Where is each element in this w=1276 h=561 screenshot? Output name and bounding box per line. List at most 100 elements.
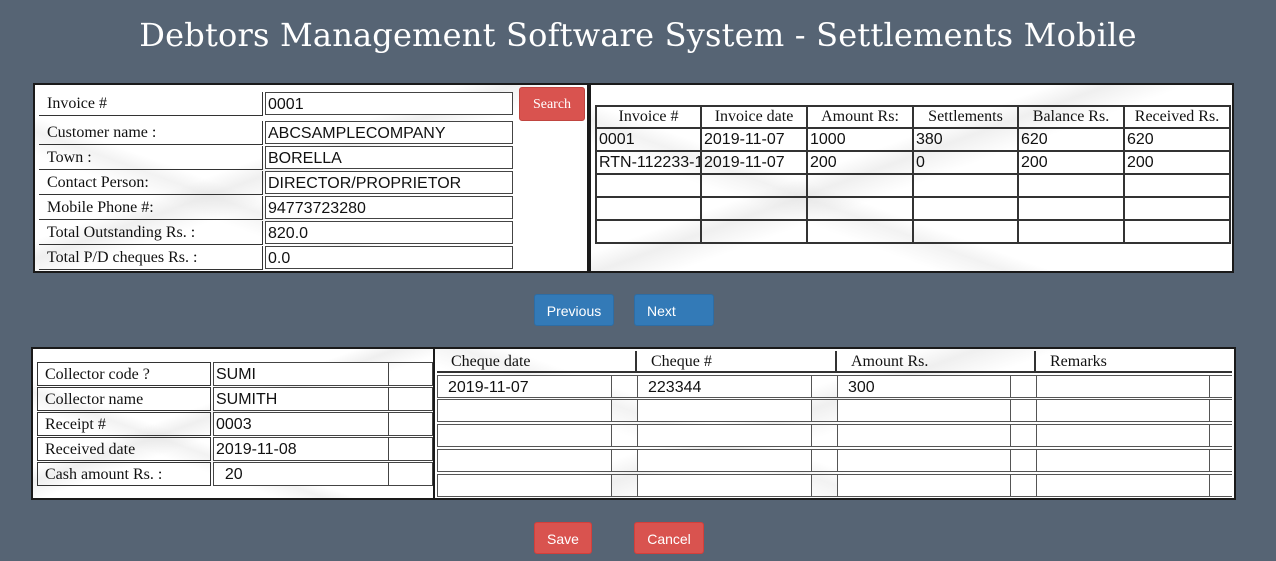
invoice-cell[interactable] (595, 196, 702, 221)
table-row[interactable]: RTN-112233-1 2019-11-07 200 0 200 200 (595, 150, 1231, 175)
cell-spacer (612, 399, 637, 422)
invoice-cell[interactable] (595, 173, 702, 198)
customer-name-field[interactable]: ABCSAMPLECOMPANY (265, 121, 513, 144)
invoice-number-input[interactable]: 0001 (265, 92, 513, 115)
remarks-input[interactable] (1036, 474, 1210, 497)
remarks-col-header: Remarks (1036, 351, 1232, 373)
collector-name-extra (389, 387, 433, 411)
cheque-amount-input[interactable] (837, 399, 1011, 422)
cheque-amount-input[interactable] (837, 474, 1011, 497)
settlements-cell[interactable] (912, 219, 1019, 244)
received-cell[interactable]: 200 (1123, 150, 1231, 175)
balance-cell[interactable] (1017, 173, 1125, 198)
receipt-label: Receipt # (37, 412, 211, 436)
cheque-date-input[interactable]: 2019-11-07 (437, 375, 612, 398)
cheque-number-input[interactable] (637, 424, 812, 447)
total-outstanding-field[interactable]: 820.0 (265, 221, 513, 244)
amount-cell[interactable] (806, 196, 914, 221)
cell-spacer (1011, 375, 1036, 398)
cash-amount-input[interactable]: 20 (213, 462, 389, 486)
contact-person-field[interactable]: DIRECTOR/PROPRIETOR (265, 171, 513, 194)
invoice-cell[interactable]: RTN-112233-1 (595, 150, 702, 175)
cash-amount-label: Cash amount Rs. : (37, 462, 211, 486)
amount-cell[interactable]: 1000 (806, 127, 914, 152)
balance-cell[interactable] (1017, 196, 1125, 221)
cheque-date-input[interactable] (437, 399, 612, 422)
amount-cell[interactable]: 200 (806, 150, 914, 175)
cheque-amount-col-header: Amount Rs. (837, 351, 1036, 373)
cell-spacer (1210, 424, 1232, 447)
receipt-extra (389, 412, 433, 436)
cheque-number-input[interactable] (637, 399, 812, 422)
cell-spacer (612, 449, 637, 472)
cheque-panel: Cheque date Cheque # Amount Rs. Remarks … (433, 347, 1236, 500)
mobile-phone-field[interactable]: 94773723280 (265, 196, 513, 219)
invoice-cell[interactable] (595, 219, 702, 244)
cheque-amount-input[interactable] (837, 449, 1011, 472)
balance-cell[interactable]: 620 (1017, 127, 1125, 152)
collector-panel: Collector code ? SUMI Collector name SUM… (31, 347, 435, 500)
received-cell[interactable] (1123, 219, 1231, 244)
cell-spacer (1210, 375, 1232, 398)
remarks-input[interactable] (1036, 399, 1210, 422)
town-field[interactable]: BORELLA (265, 146, 513, 169)
remarks-input[interactable] (1036, 424, 1210, 447)
cell-spacer (812, 474, 837, 497)
cheque-number-input[interactable] (637, 474, 812, 497)
table-row[interactable] (595, 196, 1231, 221)
cheque-date-input[interactable] (437, 424, 612, 447)
settlements-cell[interactable] (912, 173, 1019, 198)
table-row[interactable] (595, 173, 1231, 198)
balance-col-header: Balance Rs. (1017, 105, 1125, 129)
cheque-amount-input[interactable]: 300 (837, 375, 1011, 398)
invoice-cell[interactable]: 0001 (595, 127, 702, 152)
received-cell[interactable]: 620 (1123, 127, 1231, 152)
received-date-extra (389, 437, 433, 461)
amount-cell[interactable] (806, 219, 914, 244)
town-label: Town : (39, 146, 263, 170)
settlements-col-header: Settlements (912, 105, 1019, 129)
page-title: Debtors Management Software System - Set… (139, 16, 1137, 54)
cash-amount-extra (389, 462, 433, 486)
cell-spacer (812, 375, 837, 398)
cheque-date-input[interactable] (437, 474, 612, 497)
settlements-cell[interactable]: 0 (912, 150, 1019, 175)
cheque-amount-input[interactable] (837, 424, 1011, 447)
received-date-field[interactable]: 2019-11-08 (213, 437, 389, 461)
invoice-date-cell[interactable] (700, 173, 808, 198)
table-row[interactable]: 0001 2019-11-07 1000 380 620 620 (595, 127, 1231, 152)
cheque-date-input[interactable] (437, 449, 612, 472)
collector-code-input[interactable]: SUMI (213, 362, 389, 386)
invoice-date-cell[interactable] (700, 219, 808, 244)
amount-col-header: Amount Rs: (806, 105, 914, 129)
invoice-table-panel: Invoice # Invoice date Amount Rs: Settle… (589, 83, 1234, 273)
cell-spacer (1011, 449, 1036, 472)
previous-button[interactable]: Previous (534, 294, 614, 326)
invoice-date-cell[interactable] (700, 196, 808, 221)
settlements-cell[interactable] (912, 196, 1019, 221)
remarks-input[interactable] (1036, 375, 1210, 398)
invoice-date-cell[interactable]: 2019-11-07 (700, 127, 808, 152)
receipt-field[interactable]: 0003 (213, 412, 389, 436)
save-button[interactable]: Save (534, 522, 592, 554)
cancel-button[interactable]: Cancel (634, 522, 704, 554)
invoice-date-cell[interactable]: 2019-11-07 (700, 150, 808, 175)
cheque-number-input[interactable]: 223344 (637, 375, 812, 398)
balance-cell[interactable] (1017, 219, 1125, 244)
search-button[interactable]: Search (519, 87, 585, 121)
cell-spacer (1011, 424, 1036, 447)
total-pd-cheques-field[interactable]: 0.0 (265, 246, 513, 269)
table-row[interactable] (595, 219, 1231, 244)
cheque-number-input[interactable] (637, 449, 812, 472)
contact-person-label: Contact Person: (39, 171, 263, 195)
cell-spacer (812, 399, 837, 422)
balance-cell[interactable]: 200 (1017, 150, 1125, 175)
collector-code-extra (389, 362, 433, 386)
received-cell[interactable] (1123, 196, 1231, 221)
amount-cell[interactable] (806, 173, 914, 198)
settlements-cell[interactable]: 380 (912, 127, 1019, 152)
received-cell[interactable] (1123, 173, 1231, 198)
next-button[interactable]: Next (634, 294, 714, 326)
remarks-input[interactable] (1036, 449, 1210, 472)
collector-name-field[interactable]: SUMITH (213, 387, 389, 411)
